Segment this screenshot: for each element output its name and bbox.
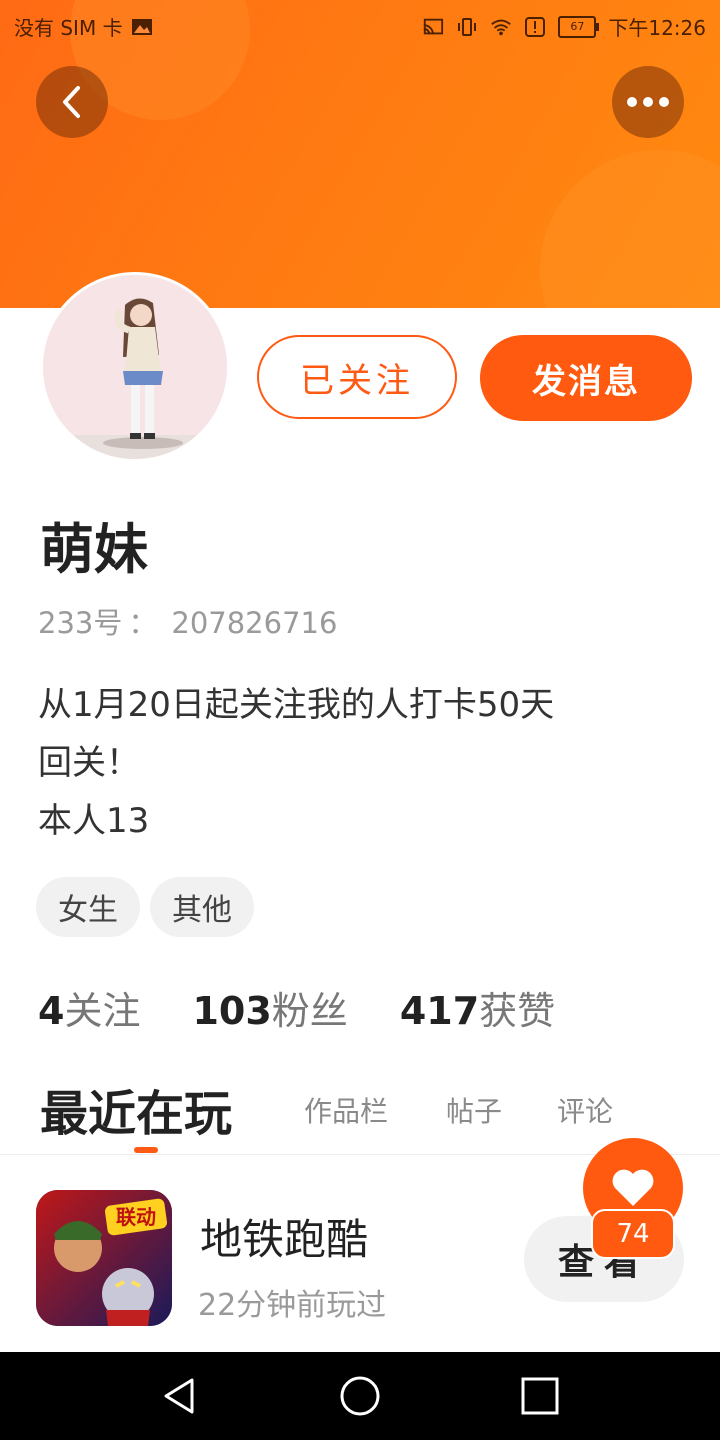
game-title: 地铁跑酷: [200, 1215, 369, 1264]
followed-button[interactable]: 已关注: [257, 335, 457, 419]
nav-back-icon[interactable]: [158, 1374, 202, 1418]
send-message-button[interactable]: 发消息: [480, 335, 692, 421]
tab-posts[interactable]: 帖子: [446, 1090, 502, 1130]
nav-recents-icon[interactable]: [518, 1374, 562, 1418]
fans-stat[interactable]: 103粉丝: [192, 980, 347, 1035]
tag-other: 其他: [150, 877, 254, 937]
cast-icon: [424, 18, 444, 34]
fans-label: 粉丝: [271, 989, 348, 1033]
user-id-label: 233号: [38, 606, 123, 640]
bio-line: 本人13: [38, 801, 150, 841]
user-id-separator: ：: [128, 606, 158, 640]
following-count: 4: [38, 989, 65, 1033]
more-options-button[interactable]: [612, 66, 684, 138]
image-icon: [131, 18, 152, 35]
game-artwork: 联动: [36, 1190, 172, 1326]
user-name: 萌妹: [40, 518, 148, 581]
fans-count: 103: [192, 989, 272, 1033]
avatar[interactable]: [40, 272, 230, 462]
game-icon-badge: 联动: [116, 1205, 156, 1229]
user-id-value: 207826716: [171, 606, 338, 640]
heart-icon: [612, 1169, 654, 1206]
wifi-icon: [491, 19, 512, 35]
tab-recently-played[interactable]: 最近在玩: [40, 1074, 232, 1144]
banner-decoration: [540, 150, 720, 308]
vibrate-icon: [458, 17, 477, 36]
bio-line: 回关！: [38, 743, 140, 783]
carrier-text: 没有 SIM 卡: [14, 16, 123, 40]
profile-tabs: 最近在玩 作品栏 帖子 评论: [40, 1074, 700, 1154]
nav-home-icon[interactable]: [338, 1374, 382, 1418]
more-dots-icon: [627, 97, 669, 107]
avatar-image: [43, 275, 227, 459]
user-id: 233号： 207826716: [38, 600, 337, 642]
likes-count: 417: [399, 989, 480, 1033]
like-count-badge: 74: [591, 1209, 675, 1259]
clock: 下午12:26: [608, 16, 706, 40]
system-nav-bar: [0, 1352, 720, 1440]
user-bio: 从1月20日起关注我的人打卡50天 回关！ 本人13: [38, 676, 688, 850]
chevron-left-icon: [63, 86, 80, 118]
active-tab-indicator: [134, 1147, 158, 1153]
status-bar: 没有 SIM 卡 67 下午12:26: [0, 0, 720, 50]
likes-stat[interactable]: 417获赞: [400, 980, 555, 1035]
tab-works[interactable]: 作品栏: [304, 1090, 388, 1130]
likes-label: 获赞: [479, 989, 556, 1033]
tag-gender: 女生: [36, 877, 140, 937]
battery-icon: 67: [558, 15, 600, 38]
back-button[interactable]: [36, 66, 108, 138]
profile-stats: 4关注 103粉丝 417获赞: [38, 980, 555, 1035]
game-last-played: 22分钟前玩过: [198, 1288, 387, 1323]
following-label: 关注: [64, 989, 141, 1033]
bio-line: 从1月20日起关注我的人打卡50天: [38, 685, 555, 725]
profile-tags: 女生 其他: [36, 877, 254, 937]
alert-icon: [525, 16, 546, 37]
game-icon[interactable]: 联动: [36, 1190, 172, 1326]
tab-comments[interactable]: 评论: [557, 1090, 613, 1130]
following-stat[interactable]: 4关注: [38, 980, 140, 1035]
